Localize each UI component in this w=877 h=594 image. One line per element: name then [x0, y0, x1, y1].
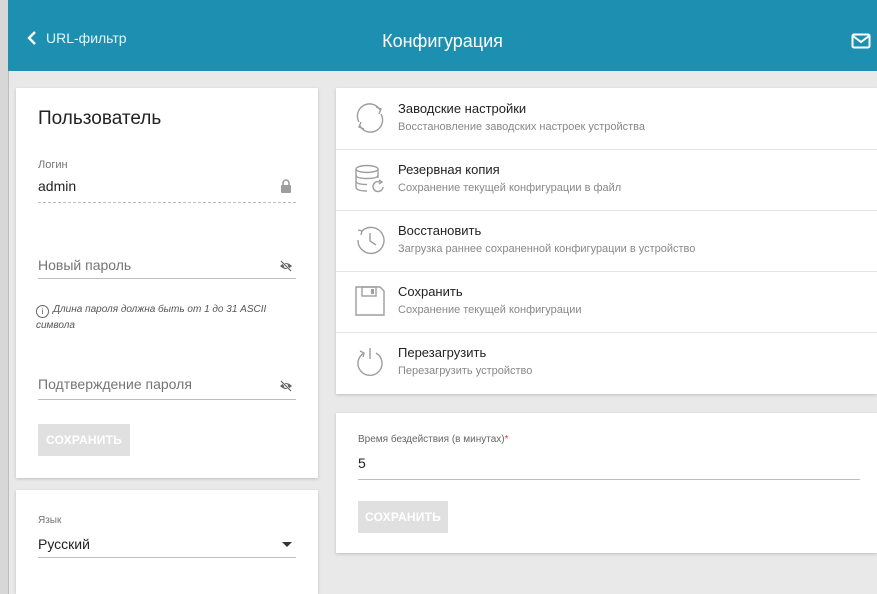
- backup-subtitle: Сохранение текущей конфигурации в файл: [398, 182, 622, 194]
- user-heading: Пользователь: [38, 108, 162, 129]
- lock-icon: [281, 179, 291, 193]
- confirm-password-underline: [38, 399, 296, 400]
- eye-off-icon[interactable]: [279, 380, 293, 392]
- idle-timeout-card: Время бездействия (в минутах)* 5 СОХРАНИ…: [336, 413, 877, 553]
- info-icon: i: [36, 305, 49, 318]
- restore-subtitle: Загрузка раннее сохраненной конфигурации…: [398, 243, 696, 255]
- login-field: admin: [38, 178, 77, 194]
- left-border: [0, 0, 9, 594]
- top-bar: URL-фильтр Конфигурация: [8, 0, 877, 71]
- backup-title: Резервная копия: [398, 162, 500, 177]
- mail-button[interactable]: [851, 33, 871, 54]
- factory-reset-icon: [356, 103, 384, 133]
- restore-icon: [357, 226, 385, 255]
- restore-item[interactable]: Восстановить Загрузка раннее сохраненной…: [336, 210, 877, 272]
- save-user-button[interactable]: СОХРАНИТЬ: [38, 424, 130, 456]
- backup-icon: [355, 164, 384, 193]
- dropdown-caret-icon[interactable]: [282, 542, 292, 547]
- save-icon: [355, 286, 385, 316]
- page-title: Конфигурация: [382, 31, 503, 51]
- reboot-subtitle: Перезагрузить устройство: [398, 365, 533, 377]
- login-label: Логин: [38, 159, 68, 171]
- idle-timeout-input[interactable]: 5: [358, 455, 366, 471]
- backup-item[interactable]: Резервная копия Сохранение текущей конфи…: [336, 149, 877, 211]
- language-underline: [38, 557, 296, 558]
- save-config-title: Сохранить: [398, 284, 463, 299]
- user-card: Пользователь Логин admin Новый пароль iД…: [16, 88, 318, 478]
- reboot-item[interactable]: Перезагрузить Перезагрузить устройство: [336, 332, 877, 393]
- confirm-password-input[interactable]: Подтверждение пароля: [38, 376, 192, 392]
- eye-off-icon[interactable]: [279, 260, 293, 272]
- reboot-title: Перезагрузить: [398, 345, 487, 360]
- save-config-item[interactable]: Сохранить Сохранение текущей конфигураци…: [336, 271, 877, 333]
- required-mark: *: [504, 434, 509, 445]
- factory-reset-title: Заводские настройки: [398, 101, 527, 116]
- password-hint-text: Длина пароля должна быть от 1 до 31 ASCI…: [36, 304, 267, 331]
- factory-reset-item[interactable]: Заводские настройки Восстановление завод…: [336, 88, 877, 150]
- idle-timeout-label-text: Время бездействия (в минутах): [358, 434, 505, 445]
- mail-icon: [851, 33, 871, 49]
- save-timeout-button[interactable]: СОХРАНИТЬ: [358, 501, 448, 533]
- idle-timeout-underline: [358, 479, 860, 480]
- language-label: Язык: [38, 515, 62, 526]
- language-select[interactable]: Русский: [38, 536, 90, 552]
- language-card: Язык Русский: [16, 490, 318, 594]
- new-password-underline: [38, 278, 296, 279]
- save-config-subtitle: Сохранение текущей конфигурации: [398, 304, 582, 316]
- restore-title: Восстановить: [398, 223, 482, 238]
- reboot-icon: [357, 348, 383, 377]
- new-password-input[interactable]: Новый пароль: [38, 257, 131, 273]
- idle-timeout-label: Время бездействия (в минутах)*: [358, 434, 509, 445]
- factory-reset-subtitle: Восстановление заводских настроек устрой…: [398, 121, 646, 133]
- login-underline: [38, 202, 296, 203]
- password-hint: i Длина пароля должна быть от 1 до 31 ASC…: [36, 302, 296, 334]
- config-actions-card: Заводские настройки Восстановление завод…: [336, 88, 877, 394]
